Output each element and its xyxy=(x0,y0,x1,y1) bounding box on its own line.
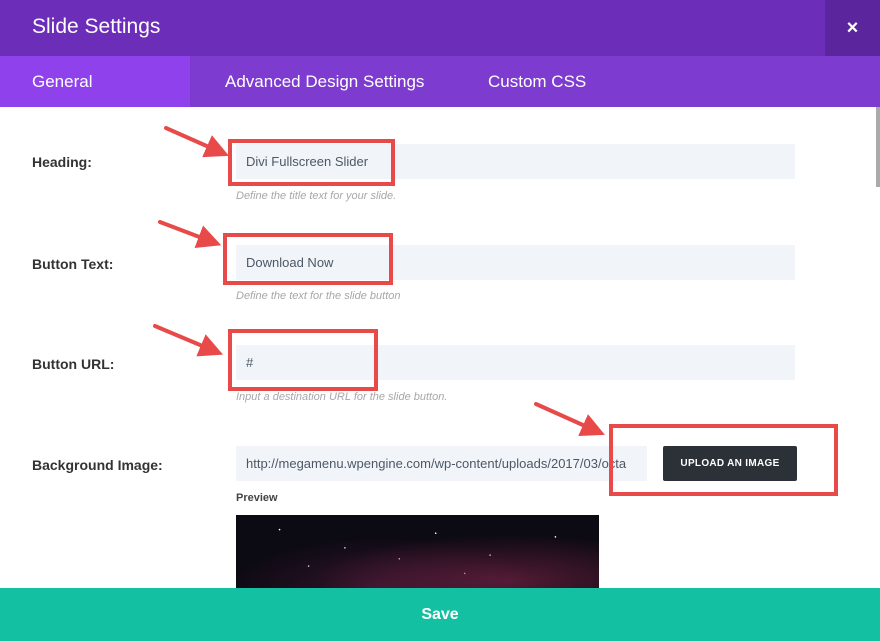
preview-label: Preview xyxy=(236,492,278,504)
annotation-box-upload xyxy=(609,424,838,496)
dialog-header: Slide Settings × xyxy=(0,0,880,56)
close-button[interactable]: × xyxy=(825,0,880,56)
arrow-icon xyxy=(164,126,229,158)
heading-label: Heading: xyxy=(32,154,92,170)
scrollbar[interactable] xyxy=(876,107,880,187)
tab-advanced-design-settings[interactable]: Advanced Design Settings xyxy=(193,56,456,107)
background-image-label: Background Image: xyxy=(32,457,163,473)
button-text-description: Define the text for the slide button xyxy=(236,290,401,302)
arrow-icon xyxy=(153,324,224,357)
button-url-description: Input a destination URL for the slide bu… xyxy=(236,391,448,403)
heading-description: Define the title text for your slide. xyxy=(236,190,397,202)
dialog-title: Slide Settings xyxy=(32,15,161,38)
arrow-icon xyxy=(534,402,605,437)
settings-tabs: General Settings Advanced Design Setting… xyxy=(0,56,880,142)
tab-general-settings[interactable]: General Settings xyxy=(0,56,190,142)
arrow-icon xyxy=(158,220,222,248)
annotation-box-heading xyxy=(228,139,395,186)
annotation-box-button-text xyxy=(223,233,393,285)
button-text-label: Button Text: xyxy=(32,256,114,272)
button-url-label: Button URL: xyxy=(32,356,115,372)
tab-custom-css[interactable]: Custom CSS xyxy=(456,56,618,107)
annotation-box-button-url xyxy=(228,329,378,391)
background-image-preview xyxy=(236,515,599,588)
close-icon: × xyxy=(846,16,859,39)
background-image-url-input[interactable]: http://megamenu.wpengine.com/wp-content/… xyxy=(236,446,647,481)
save-button[interactable]: Save xyxy=(0,588,880,641)
